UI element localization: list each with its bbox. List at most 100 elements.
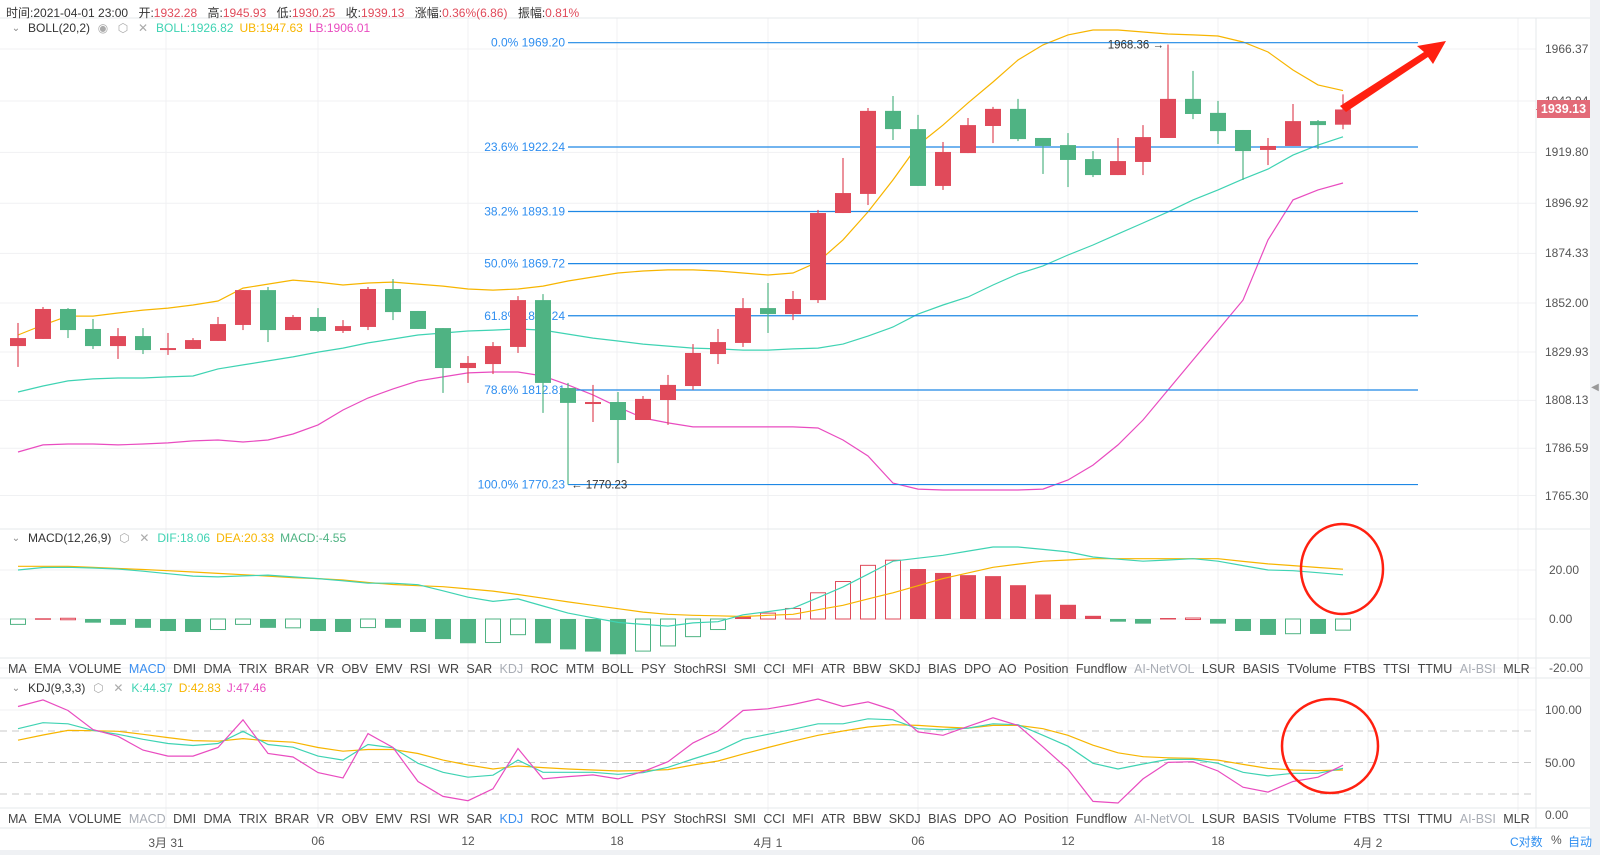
indicator-tab-skdj[interactable]: SKDJ (889, 812, 921, 826)
indicator-tab-dpo[interactable]: DPO (964, 662, 991, 676)
indicator-tab-stochrsi[interactable]: StochRSI (674, 812, 727, 826)
indicator-tab-ai-netvol[interactable]: AI-NetVOL (1134, 662, 1194, 676)
indicator-tab-lsur[interactable]: LSUR (1202, 812, 1235, 826)
indicator-tab-brar[interactable]: BRAR (275, 812, 310, 826)
indicator-tab-boll[interactable]: BOLL (602, 812, 634, 826)
indicator-tab-rsi[interactable]: RSI (410, 812, 431, 826)
indicator-tab-ao[interactable]: AO (999, 812, 1017, 826)
kdj-chart[interactable] (17, 698, 1344, 804)
close-icon[interactable]: ✕ (137, 531, 151, 545)
indicator-tab-fundflow[interactable]: Fundflow (1076, 662, 1127, 676)
indicator-tab-volume[interactable]: VOLUME (69, 812, 122, 826)
indicator-tab-vr[interactable]: VR (317, 662, 334, 676)
gear-icon[interactable]: ⬡ (116, 21, 130, 35)
indicator-tab-basis[interactable]: BASIS (1243, 812, 1280, 826)
indicator-tab-position[interactable]: Position (1024, 812, 1068, 826)
indicator-tab-ai-bsi[interactable]: AI-BSI (1460, 812, 1496, 826)
indicator-tab-ai-netvol[interactable]: AI-NetVOL (1134, 812, 1194, 826)
indicator-tab-fundflow[interactable]: Fundflow (1076, 812, 1127, 826)
indicator-tab-skdj[interactable]: SKDJ (889, 662, 921, 676)
indicator-tab-bias[interactable]: BIAS (928, 662, 957, 676)
chevron-left-icon[interactable]: ◀ (1590, 378, 1600, 398)
indicator-tab-wr[interactable]: WR (438, 662, 459, 676)
macd-chart[interactable] (10, 546, 1351, 655)
indicator-tab-kdj[interactable]: KDJ (500, 812, 524, 826)
indicator-tab-wr[interactable]: WR (438, 812, 459, 826)
eye-icon[interactable]: ◉ (96, 21, 110, 35)
indicator-tab-roc[interactable]: ROC (531, 662, 559, 676)
indicator-tab-mlr[interactable]: MLR (1503, 662, 1529, 676)
indicator-tab-cci[interactable]: CCI (763, 812, 785, 826)
chevron-down-icon[interactable]: ⌄ (10, 23, 22, 34)
indicator-tab-roc[interactable]: ROC (531, 812, 559, 826)
indicator-tab-obv[interactable]: OBV (342, 662, 368, 676)
indicator-tab-dmi[interactable]: DMI (173, 662, 196, 676)
indicator-tab-dma[interactable]: DMA (203, 812, 231, 826)
indicator-tab-atr[interactable]: ATR (821, 812, 845, 826)
indicator-tab-stochrsi[interactable]: StochRSI (674, 662, 727, 676)
close-icon[interactable]: ✕ (136, 21, 150, 35)
price-chart[interactable]: 0.0% 1969.20 23.6% 1922.24 38.2% 1893.19 50… (10, 29, 1418, 492)
indicator-tab-bbw[interactable]: BBW (853, 662, 881, 676)
indicator-tab-ftbs[interactable]: FTBS (1344, 662, 1376, 676)
gear-icon[interactable]: ⬡ (91, 681, 105, 695)
chart-canvas[interactable]: 0.0% 1969.20 23.6% 1922.24 38.2% 1893.19 50… (0, 0, 1600, 855)
indicator-tab-ma[interactable]: MA (8, 662, 27, 676)
gear-icon[interactable]: ⬡ (117, 531, 131, 545)
indicator-tab-ema[interactable]: EMA (34, 812, 61, 826)
indicator-tab-smi[interactable]: SMI (734, 812, 756, 826)
indicator-tab-ttmu[interactable]: TTMU (1418, 812, 1453, 826)
indicator-tab-ai-bsi[interactable]: AI-BSI (1460, 662, 1496, 676)
indicator-tab-dma[interactable]: DMA (203, 662, 231, 676)
indicator-tab-ma[interactable]: MA (8, 812, 27, 826)
indicator-tab-ttsi[interactable]: TTSI (1383, 812, 1410, 826)
indicator-tab-ema[interactable]: EMA (34, 662, 61, 676)
indicator-tab-mtm[interactable]: MTM (566, 662, 594, 676)
auto-scale-toggle[interactable]: 自动 (1568, 833, 1592, 850)
boll-indicator-name[interactable]: BOLL(20,2) (28, 21, 90, 35)
indicator-tab-atr[interactable]: ATR (821, 662, 845, 676)
indicator-tab-basis[interactable]: BASIS (1243, 662, 1280, 676)
chevron-down-icon[interactable]: ⌄ (10, 683, 22, 694)
indicator-tab-psy[interactable]: PSY (641, 662, 666, 676)
indicator-tab-emv[interactable]: EMV (375, 812, 402, 826)
indicator-tab-bbw[interactable]: BBW (853, 812, 881, 826)
indicator-tab-tvolume[interactable]: TVolume (1287, 812, 1336, 826)
indicator-tab-macd[interactable]: MACD (129, 662, 166, 676)
indicator-tab-mlr[interactable]: MLR (1503, 812, 1529, 826)
indicator-tab-dpo[interactable]: DPO (964, 812, 991, 826)
indicator-tab-ttsi[interactable]: TTSI (1383, 662, 1410, 676)
indicator-tab-mfi[interactable]: MFI (792, 812, 814, 826)
indicator-tab-boll[interactable]: BOLL (602, 662, 634, 676)
indicator-tab-position[interactable]: Position (1024, 662, 1068, 676)
indicator-tab-cci[interactable]: CCI (763, 662, 785, 676)
indicator-tab-rsi[interactable]: RSI (410, 662, 431, 676)
indicator-tab-mtm[interactable]: MTM (566, 812, 594, 826)
indicator-tab-smi[interactable]: SMI (734, 662, 756, 676)
indicator-tab-kdj[interactable]: KDJ (500, 662, 524, 676)
kdj-indicator-name[interactable]: KDJ(9,3,3) (28, 681, 85, 695)
close-icon[interactable]: ✕ (111, 681, 125, 695)
indicator-tab-ttmu[interactable]: TTMU (1418, 662, 1453, 676)
indicator-tab-ftbs[interactable]: FTBS (1344, 812, 1376, 826)
indicator-tab-obv[interactable]: OBV (342, 812, 368, 826)
indicator-tab-trix[interactable]: TRIX (239, 812, 267, 826)
indicator-tab-lsur[interactable]: LSUR (1202, 662, 1235, 676)
indicator-tab-ao[interactable]: AO (999, 662, 1017, 676)
indicator-tab-vr[interactable]: VR (317, 812, 334, 826)
indicator-tab-bias[interactable]: BIAS (928, 812, 957, 826)
indicator-tab-macd[interactable]: MACD (129, 812, 166, 826)
percent-scale-toggle[interactable]: % (1551, 833, 1562, 847)
indicator-tab-volume[interactable]: VOLUME (69, 662, 122, 676)
indicator-tab-psy[interactable]: PSY (641, 812, 666, 826)
indicator-tab-mfi[interactable]: MFI (792, 662, 814, 676)
indicator-tab-brar[interactable]: BRAR (275, 662, 310, 676)
indicator-tab-trix[interactable]: TRIX (239, 662, 267, 676)
indicator-tab-emv[interactable]: EMV (375, 662, 402, 676)
indicator-tab-sar[interactable]: SAR (466, 662, 492, 676)
indicator-tab-sar[interactable]: SAR (466, 812, 492, 826)
indicator-tab-dmi[interactable]: DMI (173, 812, 196, 826)
indicator-tab-tvolume[interactable]: TVolume (1287, 662, 1336, 676)
chevron-down-icon[interactable]: ⌄ (10, 533, 22, 544)
log-scale-toggle[interactable]: C对数 (1510, 833, 1543, 850)
